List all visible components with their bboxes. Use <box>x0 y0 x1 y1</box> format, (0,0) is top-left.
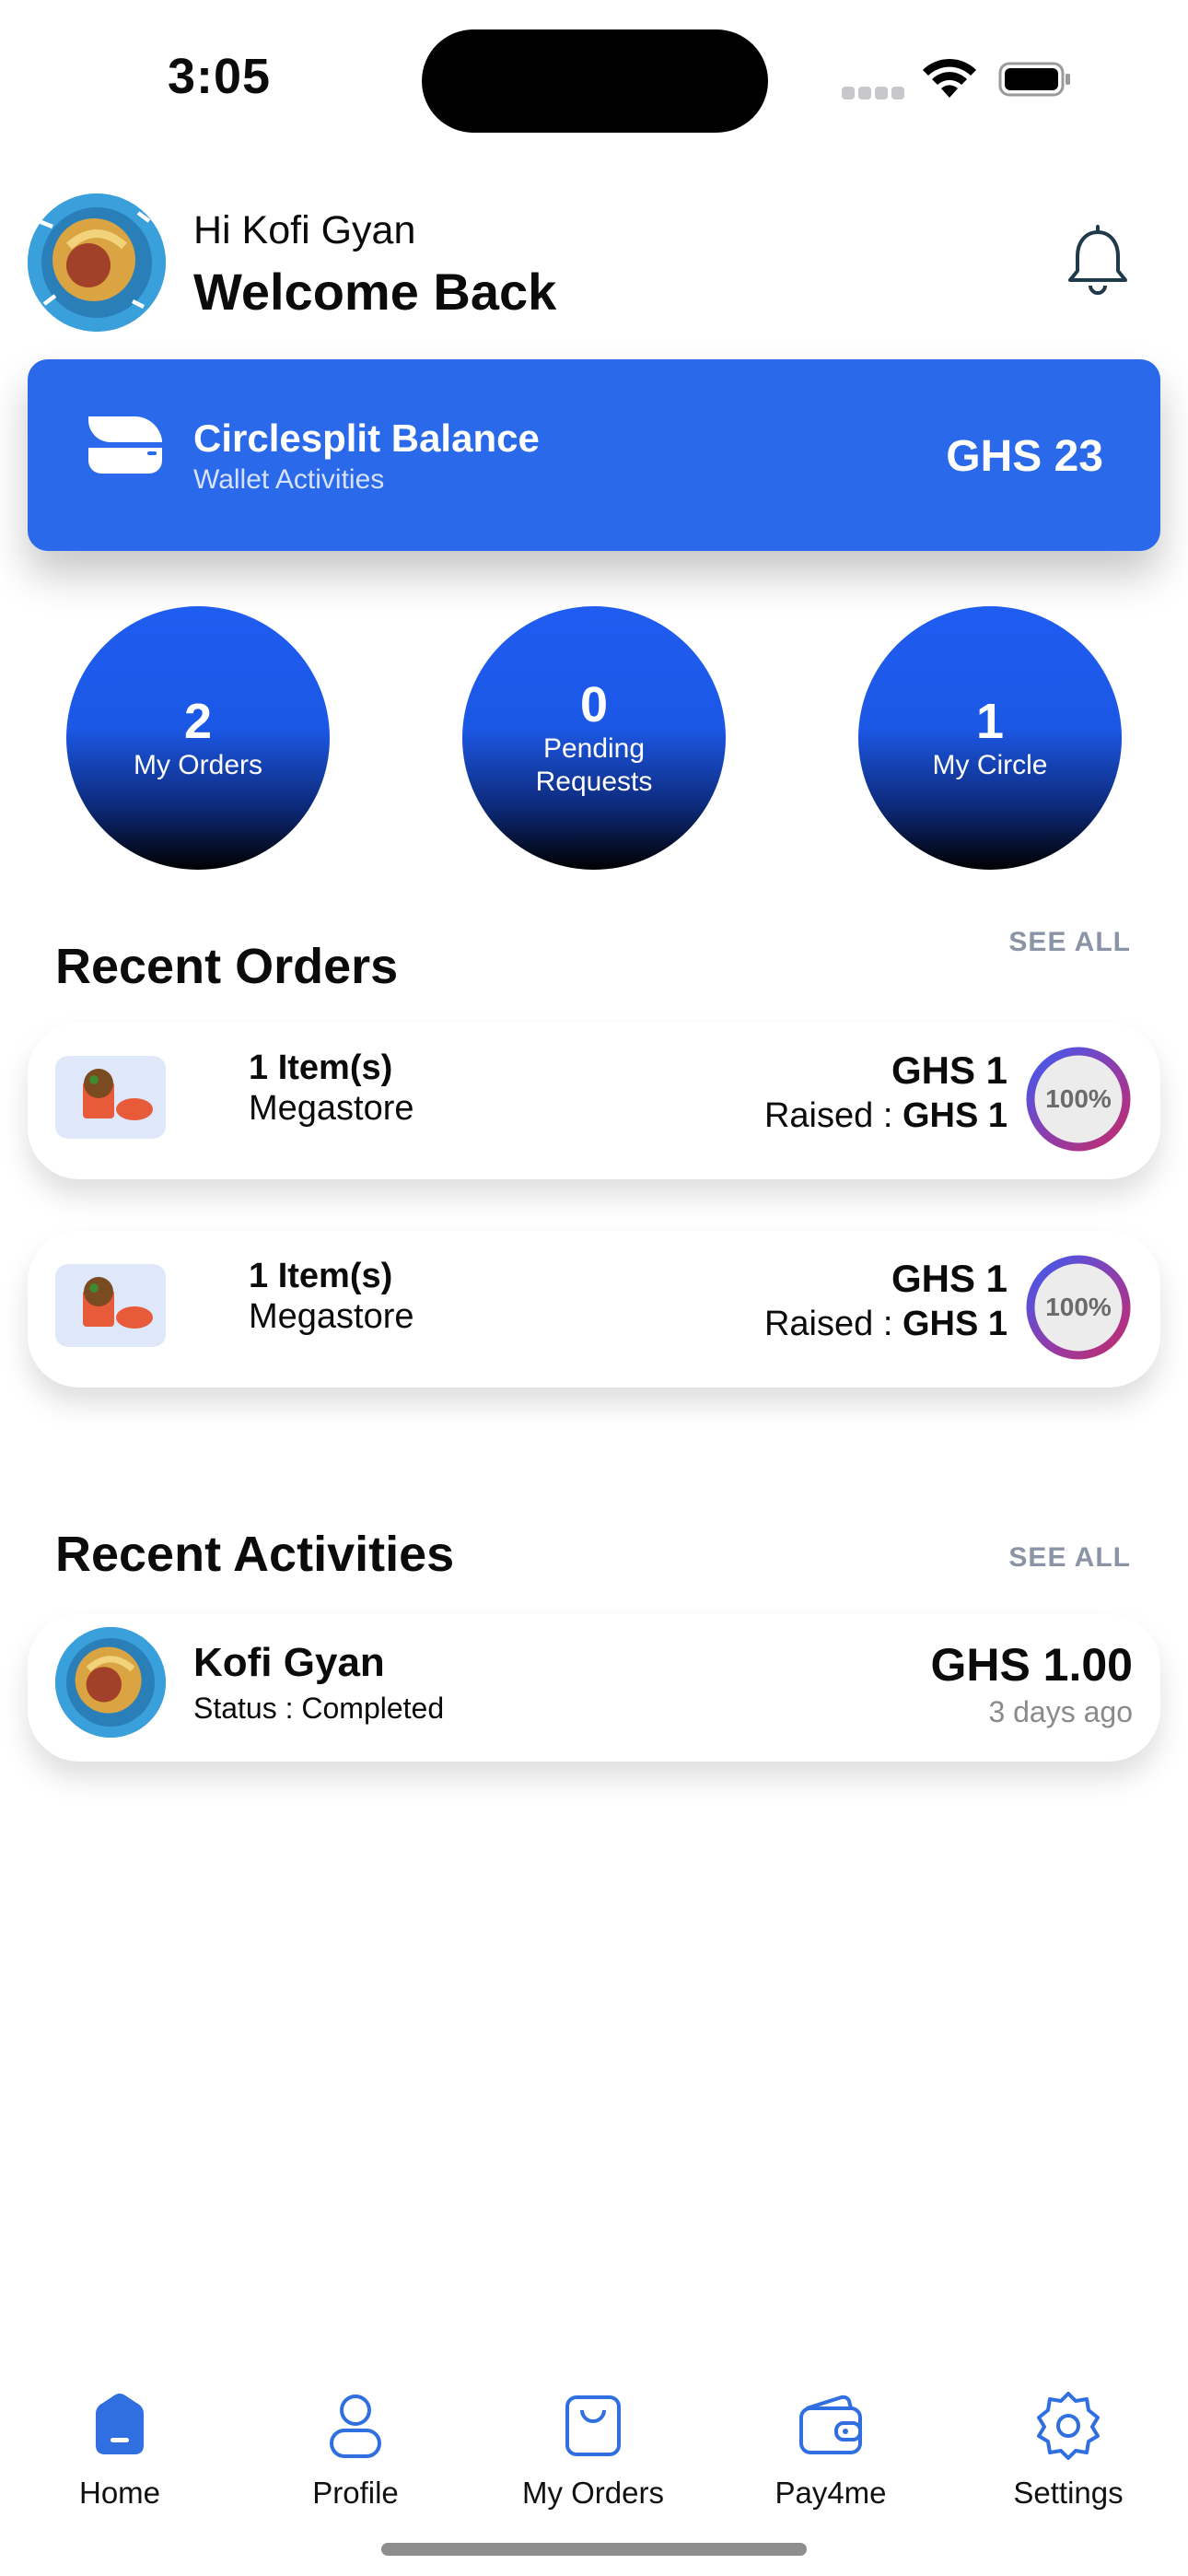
user-avatar[interactable] <box>28 193 166 332</box>
home-icon <box>96 2394 144 2454</box>
order-store: Megastore <box>249 1089 414 1128</box>
home-indicator <box>381 2543 807 2556</box>
stat-value: 0 <box>579 677 609 732</box>
battery-icon <box>998 62 1070 97</box>
gear-icon <box>1037 2392 1100 2460</box>
wifi-icon <box>923 58 976 98</box>
circlesplit-logo-icon <box>88 416 162 474</box>
tab-label: My Orders <box>521 2476 664 2510</box>
dynamic-island <box>422 29 768 133</box>
raised-value: GHS 1 <box>902 1096 1007 1135</box>
raised-label: Raised : <box>763 1305 903 1343</box>
tab-home[interactable]: Home <box>28 2388 212 2511</box>
progress-percent: 100% <box>1045 1293 1112 1321</box>
stat-my-orders[interactable]: 2 My Orders <box>66 606 330 870</box>
tab-label: Pay4me <box>775 2476 887 2510</box>
tab-my-orders[interactable]: My Orders <box>501 2388 685 2511</box>
activity-status: Status : Completed <box>193 1692 445 1725</box>
recent-activities-see-all-link[interactable]: SEE ALL <box>1008 1542 1131 1574</box>
welcome-title: Welcome Back <box>193 263 557 321</box>
activity-card[interactable]: Kofi Gyan Status : Completed GHS 1.00 3 … <box>28 1614 1160 1762</box>
order-amount: GHS 1 <box>891 1048 1007 1092</box>
activity-time: 3 days ago <box>988 1695 1133 1728</box>
raised-label: Raised : <box>763 1096 903 1135</box>
stat-my-circle[interactable]: 1 My Circle <box>858 606 1122 870</box>
status-time: 3:05 <box>168 49 272 104</box>
notification-bell-icon[interactable] <box>1061 225 1135 299</box>
shopping-bag-icon <box>565 2395 621 2456</box>
greeting-text: Hi Kofi Gyan <box>193 208 416 252</box>
recent-activities-title: Recent Activities <box>55 1527 455 1582</box>
balance-card[interactable]: Circlesplit Balance Wallet Activities GH… <box>28 359 1160 551</box>
stat-label: My Orders <box>133 750 262 780</box>
order-raised: Raised : GHS 1 <box>764 1305 1007 1344</box>
balance-title: Circlesplit Balance <box>193 416 540 460</box>
balance-subtitle: Wallet Activities <box>193 464 385 495</box>
tab-label: Profile <box>312 2476 399 2510</box>
activity-avatar <box>55 1627 166 1738</box>
order-image <box>55 1264 166 1347</box>
recent-orders-title: Recent Orders <box>55 939 399 994</box>
stat-label: My Circle <box>932 750 1048 780</box>
activity-amount: GHS 1.00 <box>930 1639 1133 1691</box>
tab-settings[interactable]: Settings <box>976 2388 1160 2511</box>
order-card[interactable]: 1 Item(s) Megastore GHS 1 Raised : GHS 1… <box>28 1231 1160 1388</box>
order-image <box>55 1056 166 1139</box>
order-raised: Raised : GHS 1 <box>764 1096 1007 1136</box>
order-amount: GHS 1 <box>891 1257 1007 1300</box>
order-card[interactable]: 1 Item(s) Megastore GHS 1 Raised : GHS 1… <box>28 1023 1160 1179</box>
profile-icon <box>330 2395 381 2458</box>
progress-percent: 100% <box>1045 1084 1112 1113</box>
activity-name: Kofi Gyan <box>193 1640 385 1685</box>
balance-amount: GHS 23 <box>946 432 1103 481</box>
stat-value: 1 <box>975 694 1005 749</box>
tab-profile[interactable]: Profile <box>263 2388 448 2511</box>
stat-pending-requests[interactable]: 0 Pending Requests <box>462 606 726 870</box>
stat-value: 2 <box>183 694 213 749</box>
wallet-icon <box>799 2395 862 2454</box>
tab-label: Home <box>78 2476 161 2510</box>
order-item-count: 1 Item(s) <box>249 1048 393 1087</box>
order-item-count: 1 Item(s) <box>249 1257 393 1295</box>
recent-orders-see-all-link[interactable]: SEE ALL <box>1008 927 1131 958</box>
tab-pay4me[interactable]: Pay4me <box>739 2388 923 2511</box>
raised-value: GHS 1 <box>902 1305 1007 1343</box>
stat-label: Pending Requests <box>535 733 653 797</box>
order-store: Megastore <box>249 1297 414 1336</box>
tab-label: Settings <box>1013 2476 1124 2510</box>
cellular-signal-icon <box>842 87 906 100</box>
